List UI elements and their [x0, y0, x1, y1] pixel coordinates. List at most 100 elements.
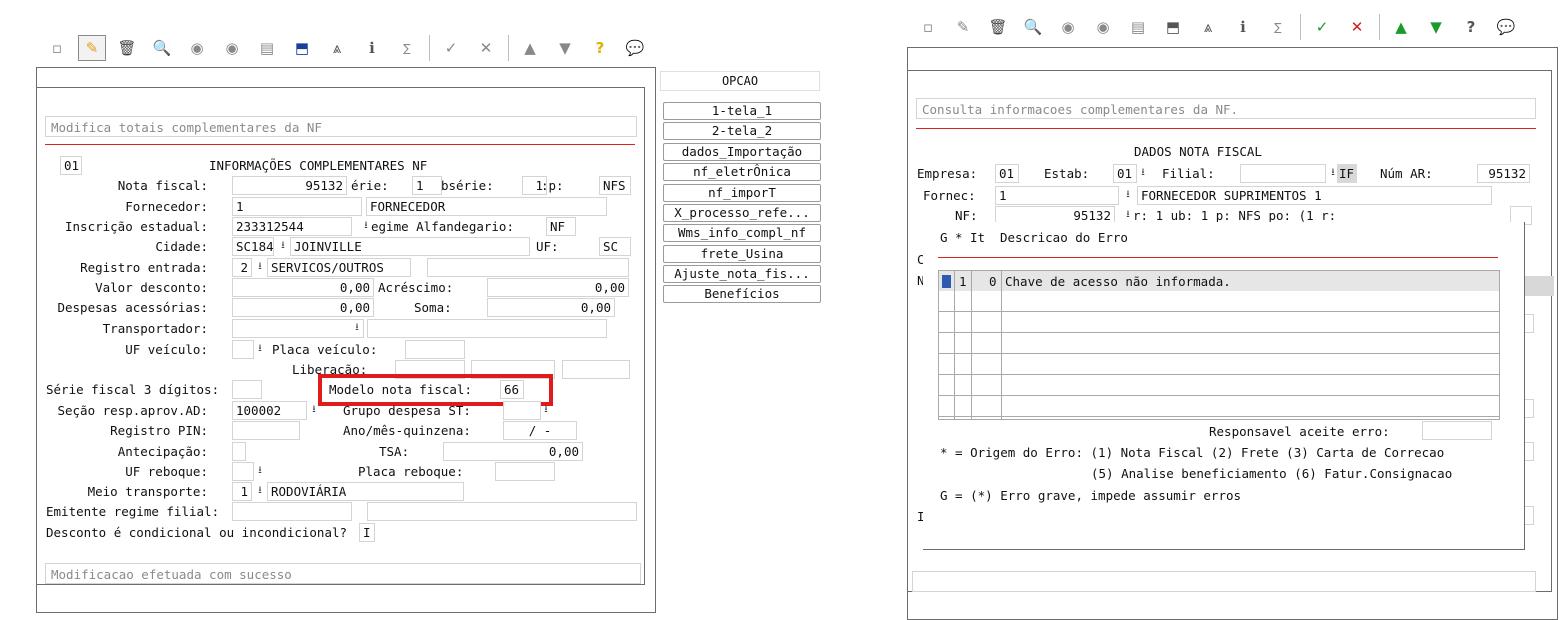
down-icon[interactable]: ▼ — [1423, 15, 1449, 39]
cidade-code-field[interactable]: SC184 — [232, 237, 274, 256]
table-row[interactable] — [939, 396, 1499, 417]
next-icon[interactable]: ◉ — [1090, 15, 1116, 39]
grupo-despesa-field[interactable] — [503, 401, 541, 420]
nota-fiscal-field[interactable]: 95132 — [232, 176, 347, 195]
estab-field[interactable]: 01 — [1113, 164, 1137, 183]
uf-reboque-field[interactable] — [232, 462, 254, 481]
meio-code-field[interactable]: 1 — [232, 482, 252, 501]
uf-veiculo-field[interactable] — [232, 340, 254, 359]
num-ar-field[interactable]: 95132 — [1477, 164, 1530, 183]
ano-mes-field[interactable]: / - — [503, 421, 577, 440]
uf-field[interactable]: SC — [599, 237, 631, 256]
tp-field[interactable]: NFS — [599, 176, 631, 195]
chat-icon[interactable]: 💬 — [622, 36, 648, 60]
prev-icon[interactable]: ◉ — [1055, 15, 1081, 39]
help-icon[interactable]: ? — [1458, 15, 1484, 39]
option-button[interactable]: 1-tela_1 — [663, 102, 821, 120]
new-icon[interactable]: ▫ — [44, 36, 70, 60]
antecipacao-field[interactable] — [232, 442, 246, 461]
confirm-icon[interactable]: ✓ — [1309, 15, 1335, 39]
info-icon[interactable]: ℹ — [359, 36, 385, 60]
edit-icon[interactable]: ✎ — [950, 15, 976, 39]
acrescimo-field[interactable]: 0,00 — [487, 278, 629, 297]
valor-desconto-field[interactable]: 0,00 — [232, 278, 374, 297]
next-icon[interactable]: ◉ — [219, 36, 245, 60]
dropdown-arrow-icon[interactable]: ⭳ — [254, 260, 266, 274]
dropdown-arrow-icon[interactable]: ⭳ — [254, 342, 266, 356]
print-icon[interactable]: ▤ — [1125, 15, 1151, 39]
option-button[interactable]: 2-tela_2 — [663, 122, 821, 140]
registro-code-field[interactable]: 2 — [232, 258, 252, 277]
placa-veiculo-field[interactable] — [405, 340, 465, 359]
serie-fiscal-field[interactable] — [232, 380, 262, 399]
chat-icon[interactable]: 💬 — [1493, 15, 1519, 39]
emitente-field[interactable] — [232, 502, 352, 521]
new-icon[interactable]: ▫ — [915, 15, 941, 39]
dropdown-arrow-icon[interactable]: ⭳ — [1122, 188, 1134, 202]
info-icon[interactable]: ℹ — [1230, 15, 1256, 39]
desconto-cond-field[interactable]: I — [359, 523, 375, 542]
up-icon[interactable]: ▲ — [517, 36, 543, 60]
secao-field[interactable]: 100002 — [232, 401, 307, 420]
serie-field[interactable]: 1 — [412, 176, 442, 195]
search-icon[interactable]: 🔍 — [149, 36, 175, 60]
table-row[interactable] — [939, 291, 1499, 312]
option-button[interactable]: X_processo_refe... — [663, 204, 821, 222]
empresa-field[interactable]: 01 — [995, 164, 1019, 183]
tsa-field[interactable]: 0,00 — [443, 442, 583, 461]
option-button[interactable]: frete_Usina — [663, 245, 821, 263]
option-button[interactable]: nf_eletrÔnica — [663, 163, 821, 181]
despesas-field[interactable]: 0,00 — [232, 298, 374, 317]
print-icon[interactable]: ▤ — [254, 36, 280, 60]
inscricao-field[interactable]: 233312544 — [232, 217, 352, 236]
filial-field[interactable] — [1240, 164, 1326, 183]
placa-reboque-field[interactable] — [495, 462, 555, 481]
transportador-field[interactable] — [232, 319, 364, 338]
dropdown-arrow-icon[interactable]: ⭳ — [308, 403, 320, 417]
dropdown-arrow-icon[interactable]: ⭳ — [254, 484, 266, 498]
import-icon[interactable]: ⬒ — [289, 36, 315, 60]
code-field[interactable]: 01 — [60, 156, 82, 175]
dropdown-arrow-icon[interactable]: ⭳ — [351, 321, 363, 335]
grupo-despesa-label: Grupo despesa ST: — [343, 403, 471, 418]
registro-pin-field[interactable] — [232, 421, 300, 440]
delete-icon[interactable]: 🗑 — [114, 36, 140, 60]
resp-aceite-field[interactable] — [1422, 421, 1492, 440]
cancel-icon[interactable]: ✕ — [1344, 15, 1370, 39]
sum-icon[interactable]: ∑ — [1265, 15, 1291, 39]
binoculars-icon[interactable]: ⩓ — [324, 36, 350, 60]
table-row[interactable] — [939, 354, 1499, 375]
toolbar-separator — [508, 35, 509, 61]
option-button[interactable]: Benefícios — [663, 285, 821, 303]
fornec-code-field[interactable]: 1 — [995, 186, 1119, 205]
prev-icon[interactable]: ◉ — [184, 36, 210, 60]
help-icon[interactable]: ? — [587, 36, 613, 60]
table-row[interactable] — [939, 333, 1499, 354]
dropdown-arrow-icon[interactable]: ⭳ — [540, 403, 552, 417]
sum-icon[interactable]: ∑ — [394, 36, 420, 60]
dropdown-arrow-icon[interactable]: ⭳ — [277, 239, 289, 253]
option-button[interactable]: Ajuste_nota_fis... — [663, 265, 821, 283]
footer-message: Modificacao efetuada com sucesso — [45, 563, 641, 584]
dropdown-arrow-icon[interactable]: ⭳ — [1137, 166, 1149, 180]
search-icon[interactable]: 🔍 — [1020, 15, 1046, 39]
table-row[interactable] — [939, 312, 1499, 333]
edit-icon[interactable]: ✎ — [78, 35, 106, 61]
down-icon[interactable]: ▼ — [552, 36, 578, 60]
table-row[interactable]: 1 0 Chave de acesso não informada. — [939, 271, 1499, 291]
fornecedor-code-field[interactable]: 1 — [232, 197, 362, 216]
delete-icon[interactable]: 🗑 — [985, 15, 1011, 39]
confirm-icon[interactable]: ✓ — [438, 36, 464, 60]
cancel-icon[interactable]: ✕ — [473, 36, 499, 60]
up-icon[interactable]: ▲ — [1388, 15, 1414, 39]
import-icon[interactable]: ⬒ — [1160, 15, 1186, 39]
liberacao-field-3[interactable] — [562, 360, 630, 379]
option-button[interactable]: dados_Importação — [663, 143, 821, 161]
option-button[interactable]: Wms_info_compl_nf — [663, 224, 821, 242]
peek-bar — [1524, 276, 1554, 296]
regime-field[interactable]: NF — [546, 217, 576, 236]
option-button[interactable]: nf_imporT — [663, 184, 821, 202]
table-row[interactable] — [939, 375, 1499, 396]
binoculars-icon[interactable]: ⩓ — [1195, 15, 1221, 39]
dropdown-arrow-icon[interactable]: ⭳ — [254, 464, 266, 478]
